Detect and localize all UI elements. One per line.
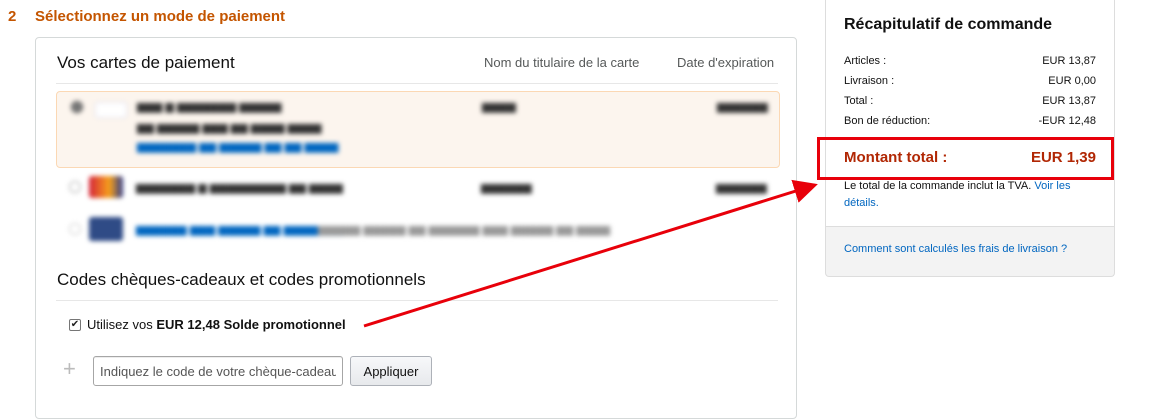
annotation-arrow: [363, 179, 818, 328]
